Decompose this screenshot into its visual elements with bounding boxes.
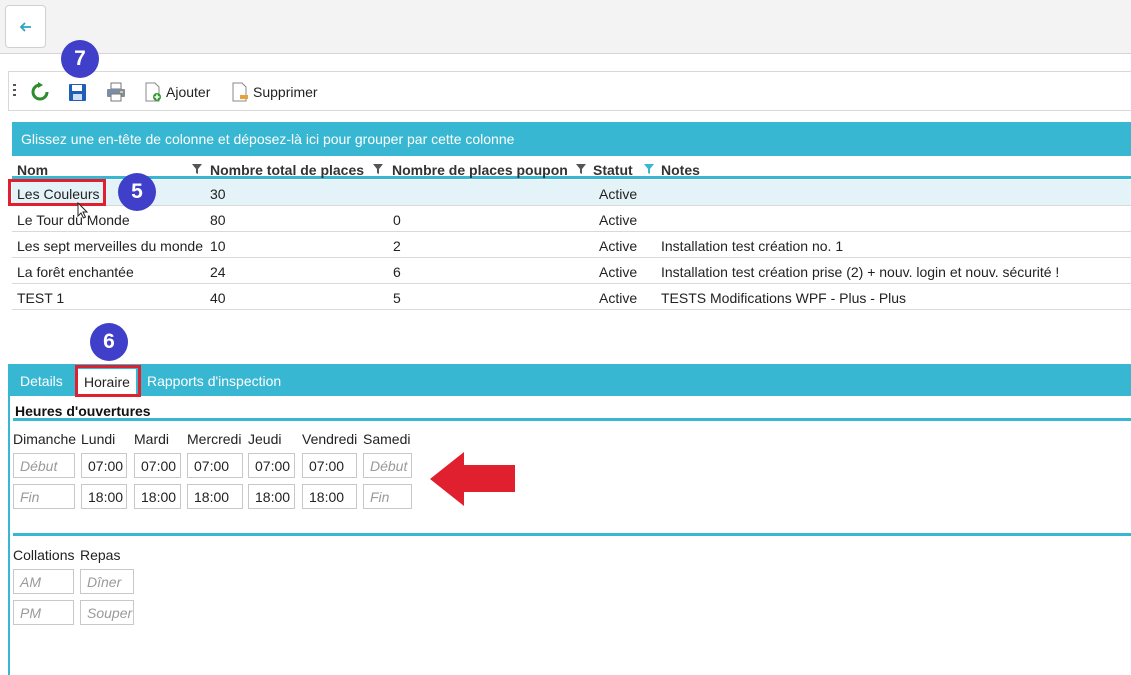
table-row[interactable]: Les sept merveilles du monde 10 2 Active… bbox=[12, 232, 1131, 258]
arrow-left-icon bbox=[19, 21, 31, 32]
save-button[interactable] bbox=[66, 81, 88, 103]
annotation-badge-5: 5 bbox=[118, 173, 156, 211]
cell-statut: Active bbox=[599, 290, 638, 306]
toolbar-grip[interactable] bbox=[13, 84, 16, 98]
cell-total: 80 bbox=[210, 212, 226, 228]
red-arrow-annotation-icon bbox=[430, 452, 515, 506]
cell-poupon: 5 bbox=[393, 290, 401, 306]
collation-am-input[interactable]: AM bbox=[13, 569, 74, 594]
column-header-total[interactable]: Nombre total de places bbox=[210, 162, 364, 178]
cell-total: 24 bbox=[210, 264, 226, 280]
tab-rapports-inspection[interactable]: Rapports d'inspection bbox=[147, 373, 281, 389]
annotation-badge-6: 6 bbox=[90, 323, 128, 361]
delete-button-label: Supprimer bbox=[253, 84, 318, 100]
start-time-mercredi[interactable]: 07:00 bbox=[187, 453, 243, 478]
filter-icon[interactable] bbox=[192, 164, 202, 174]
cell-poupon: 0 bbox=[393, 212, 401, 228]
cell-total: 30 bbox=[210, 186, 226, 202]
start-time-jeudi[interactable]: 07:00 bbox=[248, 453, 295, 478]
day-label-samedi: Samedi bbox=[363, 431, 411, 447]
top-bar bbox=[0, 0, 1131, 54]
repas-label: Repas bbox=[80, 547, 121, 563]
cell-statut: Active bbox=[599, 186, 638, 202]
table-row[interactable]: Les Couleurs 30 Active bbox=[12, 180, 1131, 206]
column-header-statut[interactable]: Statut bbox=[593, 162, 633, 178]
column-header-poupon[interactable]: Nombre de places poupon bbox=[392, 162, 568, 178]
start-time-vendredi[interactable]: 07:00 bbox=[302, 453, 357, 478]
collations-label: Collations bbox=[13, 547, 75, 563]
column-header-nom[interactable]: Nom bbox=[17, 162, 48, 178]
end-time-samedi[interactable]: Fin bbox=[363, 484, 412, 509]
column-header-notes[interactable]: Notes bbox=[661, 162, 700, 178]
delete-document-icon bbox=[232, 82, 248, 102]
table-row[interactable]: Le Tour du Monde 80 0 Active bbox=[12, 206, 1131, 232]
cell-notes: TESTS Modifications WPF - Plus - Plus bbox=[661, 290, 907, 306]
printer-icon bbox=[107, 82, 125, 102]
divider bbox=[13, 533, 1131, 536]
cell-nom: La forêt enchantée bbox=[17, 264, 134, 280]
table-row[interactable]: La forêt enchantée 24 6 Active Installat… bbox=[12, 258, 1131, 284]
back-button[interactable] bbox=[5, 5, 46, 48]
repas-souper-input[interactable]: Souper bbox=[80, 600, 134, 625]
cell-poupon: 6 bbox=[393, 264, 401, 280]
table-row[interactable]: TEST 1 40 5 Active TESTS Modifications W… bbox=[12, 284, 1131, 310]
cell-nom: Les sept merveilles du monde bbox=[17, 238, 203, 254]
refresh-icon bbox=[31, 82, 49, 101]
day-label-jeudi: Jeudi bbox=[248, 431, 282, 447]
end-time-mardi[interactable]: 18:00 bbox=[134, 484, 181, 509]
cell-poupon: 2 bbox=[393, 238, 401, 254]
filter-icon[interactable] bbox=[576, 164, 586, 174]
day-label-dimanche: Dimanche bbox=[13, 431, 77, 447]
tab-strip: Details Horaire Rapports d'inspection bbox=[8, 364, 1131, 396]
highlight-box-tab bbox=[75, 365, 141, 397]
end-time-mercredi[interactable]: 18:00 bbox=[187, 484, 243, 509]
day-label-mardi: Mardi bbox=[134, 431, 170, 447]
floppy-disk-icon bbox=[68, 83, 86, 101]
cell-statut: Active bbox=[599, 212, 638, 228]
start-time-mardi[interactable]: 07:00 bbox=[134, 453, 181, 478]
print-button[interactable] bbox=[105, 81, 127, 103]
repas-diner-input[interactable]: Dîner bbox=[80, 569, 134, 594]
annotation-badge-7: 7 bbox=[61, 40, 99, 78]
cell-total: 10 bbox=[210, 238, 226, 254]
start-time-samedi[interactable]: Début bbox=[363, 453, 412, 478]
cell-statut: Active bbox=[599, 238, 638, 254]
collation-pm-input[interactable]: PM bbox=[13, 600, 74, 625]
end-time-jeudi[interactable]: 18:00 bbox=[248, 484, 295, 509]
delete-button[interactable]: Supprimer bbox=[231, 81, 318, 103]
tab-details[interactable]: Details bbox=[20, 373, 63, 389]
filter-active-icon[interactable] bbox=[644, 164, 654, 174]
add-document-icon bbox=[145, 82, 161, 102]
filter-icon[interactable] bbox=[373, 164, 383, 174]
cell-total: 40 bbox=[210, 290, 226, 306]
cell-nom: Le Tour du Monde bbox=[17, 212, 130, 228]
start-time-dimanche[interactable]: Début bbox=[13, 453, 75, 478]
add-button-label: Ajouter bbox=[166, 84, 211, 100]
day-label-vendredi: Vendredi bbox=[302, 431, 358, 447]
section-title-opening-hours: Heures d'ouvertures bbox=[15, 403, 151, 419]
cell-notes: Installation test création prise (2) + n… bbox=[661, 264, 1060, 280]
mouse-cursor-icon bbox=[77, 202, 89, 219]
toolbar: Ajouter Supprimer bbox=[8, 71, 1131, 111]
end-time-dimanche[interactable]: Fin bbox=[13, 484, 75, 509]
divider bbox=[13, 418, 1131, 421]
refresh-button[interactable] bbox=[29, 81, 51, 103]
cell-nom: TEST 1 bbox=[17, 290, 65, 306]
add-button[interactable]: Ajouter bbox=[144, 81, 210, 103]
end-time-lundi[interactable]: 18:00 bbox=[81, 484, 127, 509]
group-by-drop-area[interactable]: Glissez une en-tête de colonne et dépose… bbox=[12, 122, 1131, 156]
day-label-lundi: Lundi bbox=[81, 431, 116, 447]
highlight-box-row bbox=[8, 179, 106, 206]
end-time-vendredi[interactable]: 18:00 bbox=[302, 484, 357, 509]
day-label-mercredi: Mercredi bbox=[187, 431, 242, 447]
grid-header: Nom Nombre total de places Nombre de pla… bbox=[12, 160, 1131, 179]
cell-notes: Installation test création no. 1 bbox=[661, 238, 844, 254]
start-time-lundi[interactable]: 07:00 bbox=[81, 453, 127, 478]
cell-statut: Active bbox=[599, 264, 638, 280]
